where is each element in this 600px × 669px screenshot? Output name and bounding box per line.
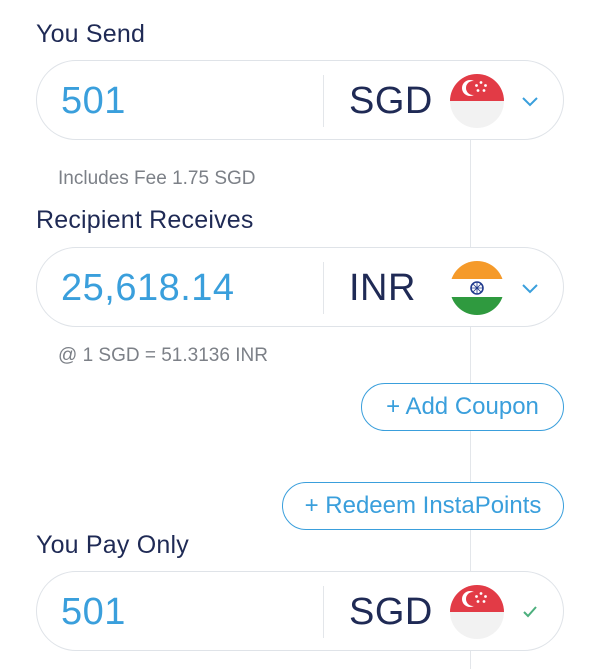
- checkmark-icon: [519, 602, 541, 622]
- receive-amount-field[interactable]: 25,618.14 INR: [36, 247, 564, 327]
- field-divider: [323, 586, 324, 638]
- chevron-down-icon[interactable]: [519, 278, 541, 298]
- you-send-label: You Send: [36, 20, 146, 48]
- exchange-rate-note: @ 1 SGD = 51.3136 INR: [58, 345, 268, 366]
- chevron-down-icon[interactable]: [519, 91, 541, 111]
- field-divider: [323, 262, 324, 314]
- singapore-flag-icon: [450, 585, 504, 639]
- fee-note: Includes Fee 1.75 SGD: [58, 168, 256, 189]
- send-amount-input[interactable]: 501: [61, 75, 126, 127]
- pay-currency-code: SGD: [349, 591, 433, 633]
- send-amount-field[interactable]: 501 SGD: [36, 60, 564, 140]
- you-pay-only-label: You Pay Only: [36, 531, 189, 559]
- pay-amount-field: 501 SGD: [36, 571, 564, 651]
- receive-amount-input[interactable]: 25,618.14: [61, 262, 235, 314]
- redeem-instapoints-button[interactable]: + Redeem InstaPoints: [282, 482, 564, 530]
- india-flag-icon: [450, 261, 504, 315]
- receive-currency-code[interactable]: INR: [349, 262, 416, 314]
- send-currency-code[interactable]: SGD: [349, 75, 433, 127]
- recipient-receives-label: Recipient Receives: [36, 206, 254, 234]
- field-divider: [323, 75, 324, 127]
- add-coupon-button[interactable]: + Add Coupon: [361, 383, 564, 431]
- pay-amount-value: 501: [61, 591, 126, 633]
- singapore-flag-icon: [450, 74, 504, 128]
